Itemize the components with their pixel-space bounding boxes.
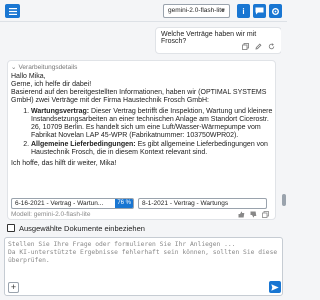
copy-icon[interactable] (242, 43, 249, 50)
menu-icon (8, 7, 17, 15)
add-attachment-button[interactable]: + (8, 282, 19, 293)
settings-button[interactable] (269, 4, 282, 18)
copy-icon[interactable] (262, 211, 269, 218)
reasoning-label: Verarbeitungsdetails (18, 63, 78, 71)
model-select[interactable]: gemini-2.0-flash-lite ▼ (163, 4, 230, 18)
send-icon (271, 283, 279, 291)
assistant-message: ⌄ Verarbeitungsdetails Hallo Mika, Gerne… (7, 60, 276, 220)
model-label: Modell: gemini-2.0-flash-lite (11, 211, 91, 218)
user-message: Welche Verträge haben wir mit Frosch? (155, 27, 282, 54)
user-message-actions (242, 43, 275, 50)
list-item: Allgemeine Lieferbedingungen: Es gibt al… (31, 141, 273, 157)
edit-icon[interactable] (255, 43, 262, 50)
contract-list: Wartungsvertrag: Dieser Vertrag betrifft… (11, 108, 273, 157)
thumbs-down-icon[interactable] (250, 211, 257, 218)
source-chip-label: 8-1-2021 - Vertrag - Wartungs (142, 200, 229, 207)
message-input[interactable]: Stellen Sie Ihre Frage oder formulieren … (8, 241, 278, 265)
scrollbar-thumb[interactable] (282, 194, 286, 206)
chevron-down-icon: ▼ (220, 8, 226, 14)
info-icon: i (242, 6, 245, 16)
reasoning-toggle[interactable]: ⌄ Verarbeitungsdetails (11, 63, 78, 72)
chat-area: Welche Verträge haben wir mit Frosch? ⌄ … (0, 22, 287, 221)
list-item-title: Wartungsvertrag: (31, 108, 90, 115)
include-documents-checkbox[interactable] (7, 224, 15, 232)
include-documents-label: Ausgewählte Dokumente einbeziehen (19, 223, 145, 233)
assistant-actions (238, 211, 269, 218)
list-item: Wartungsvertrag: Dieser Vertrag betrifft… (31, 108, 273, 140)
message-composer[interactable]: Stellen Sie Ihre Frage oder formulieren … (4, 237, 283, 296)
menu-button[interactable] (5, 4, 20, 18)
model-select-value: gemini-2.0-flash-lite (168, 7, 225, 14)
settings-icon (272, 7, 279, 15)
source-chip[interactable]: 8-1-2021 - Vertrag - Wartungs (138, 198, 267, 209)
chat-icon (255, 7, 264, 15)
answer-intro: Gerne, ich helfe dir dabei! (11, 81, 92, 88)
source-chip-label: 6-16-2021 - Vertrag - Wartun... (15, 200, 104, 207)
refresh-icon[interactable] (268, 43, 275, 50)
chat-button[interactable] (253, 4, 266, 18)
answer-summary: Basierend auf den bereitgestellten Infor… (11, 89, 267, 104)
answer-greeting: Hallo Mika, (11, 73, 46, 80)
chat-scrollbar[interactable] (281, 22, 287, 221)
assistant-answer: Hallo Mika, Gerne, ich helfe dir dabei! … (11, 73, 273, 168)
chevron-down-icon: ⌄ (11, 64, 17, 71)
list-item-title: Allgemeine Lieferbedingungen: (31, 141, 136, 148)
send-button[interactable] (269, 281, 281, 293)
info-button[interactable]: i (237, 4, 250, 18)
answer-closing: Ich hoffe, das hilft dir weiter, Mika! (11, 160, 117, 167)
source-chip[interactable]: 6-16-2021 - Vertrag - Wartun... 76 % (11, 198, 134, 209)
top-toolbar: gemini-2.0-flash-lite ▼ i (0, 0, 287, 22)
thumbs-up-icon[interactable] (238, 211, 245, 218)
relevance-badge: 76 % (115, 199, 133, 208)
include-documents-option[interactable]: Ausgewählte Dokumente einbeziehen (0, 221, 287, 235)
